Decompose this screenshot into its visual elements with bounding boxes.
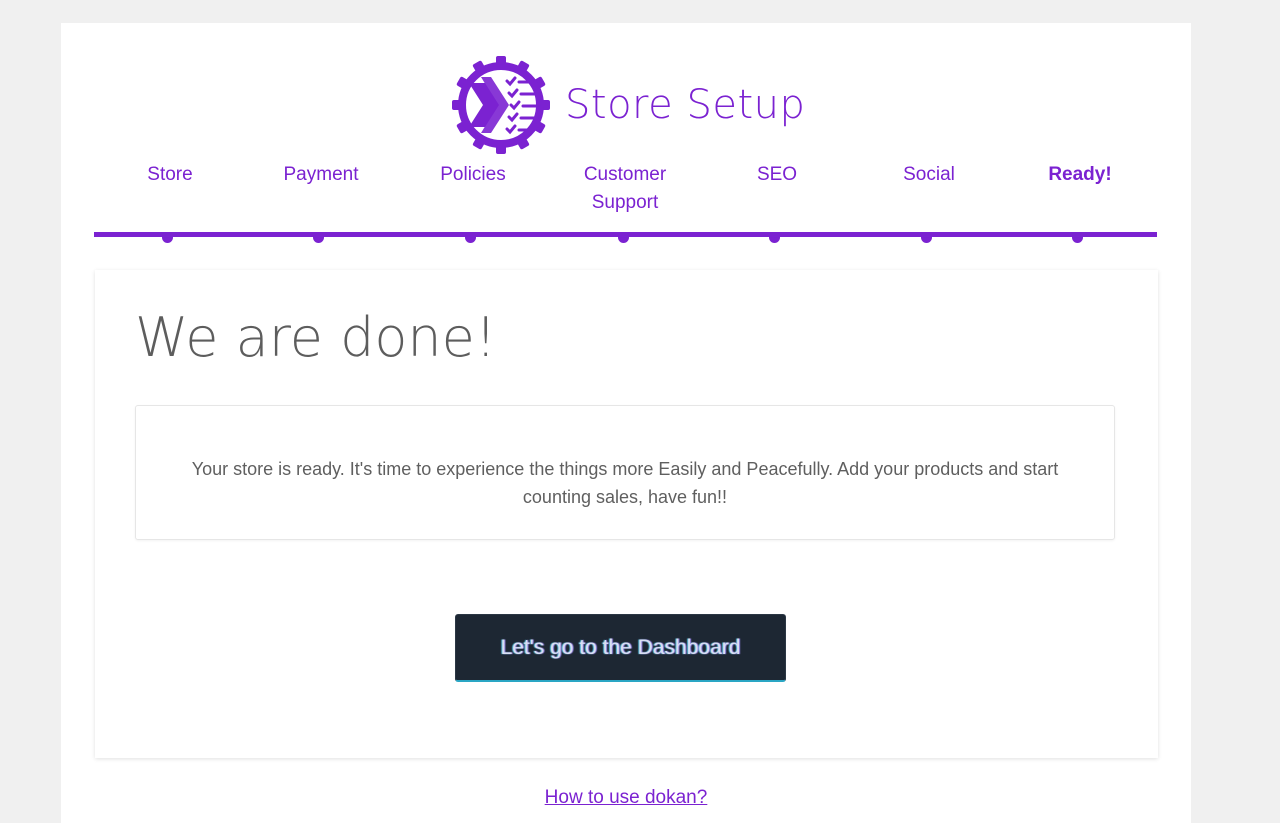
step-social[interactable]: Social bbox=[869, 161, 989, 189]
step-label: Social bbox=[903, 164, 955, 185]
help-link[interactable]: How to use dokan? bbox=[61, 787, 1191, 809]
step-label: Ready! bbox=[1048, 164, 1112, 185]
completion-card: We are done! Your store is ready. It's t… bbox=[95, 270, 1158, 758]
step-label: Store bbox=[147, 164, 193, 185]
completion-message: Your store is ready. It's time to experi… bbox=[191, 458, 1059, 507]
dashboard-button[interactable]: Let's go to the Dashboard bbox=[455, 614, 786, 682]
step-dot bbox=[313, 232, 324, 243]
step-dot bbox=[162, 232, 173, 243]
setup-steps: Store Payment Policies Customer Support … bbox=[94, 161, 1157, 243]
step-payment[interactable]: Payment bbox=[261, 161, 381, 189]
step-label: Customer Support bbox=[583, 164, 667, 213]
step-dot bbox=[921, 232, 932, 243]
completion-heading: We are done! bbox=[135, 306, 497, 369]
step-customer-support[interactable]: Customer Support bbox=[565, 161, 685, 217]
header-logo: Store Setup bbox=[451, 55, 805, 155]
gear-checklist-icon bbox=[452, 56, 550, 154]
step-dot bbox=[465, 232, 476, 243]
step-dot bbox=[769, 232, 780, 243]
step-store[interactable]: Store bbox=[110, 161, 230, 189]
step-label: Policies bbox=[440, 164, 506, 185]
step-label: SEO bbox=[756, 164, 798, 185]
message-box: Your store is ready. It's time to experi… bbox=[135, 405, 1115, 540]
step-policies[interactable]: Policies bbox=[413, 161, 533, 189]
step-seo[interactable]: SEO bbox=[717, 161, 837, 189]
page-title: Store Setup bbox=[565, 82, 806, 128]
step-label: Payment bbox=[283, 164, 359, 185]
step-ready[interactable]: Ready! bbox=[1020, 161, 1140, 189]
setup-page: Store Setup Store Payment Policies Custo… bbox=[61, 23, 1191, 823]
step-dot bbox=[1072, 232, 1083, 243]
step-dot bbox=[618, 232, 629, 243]
